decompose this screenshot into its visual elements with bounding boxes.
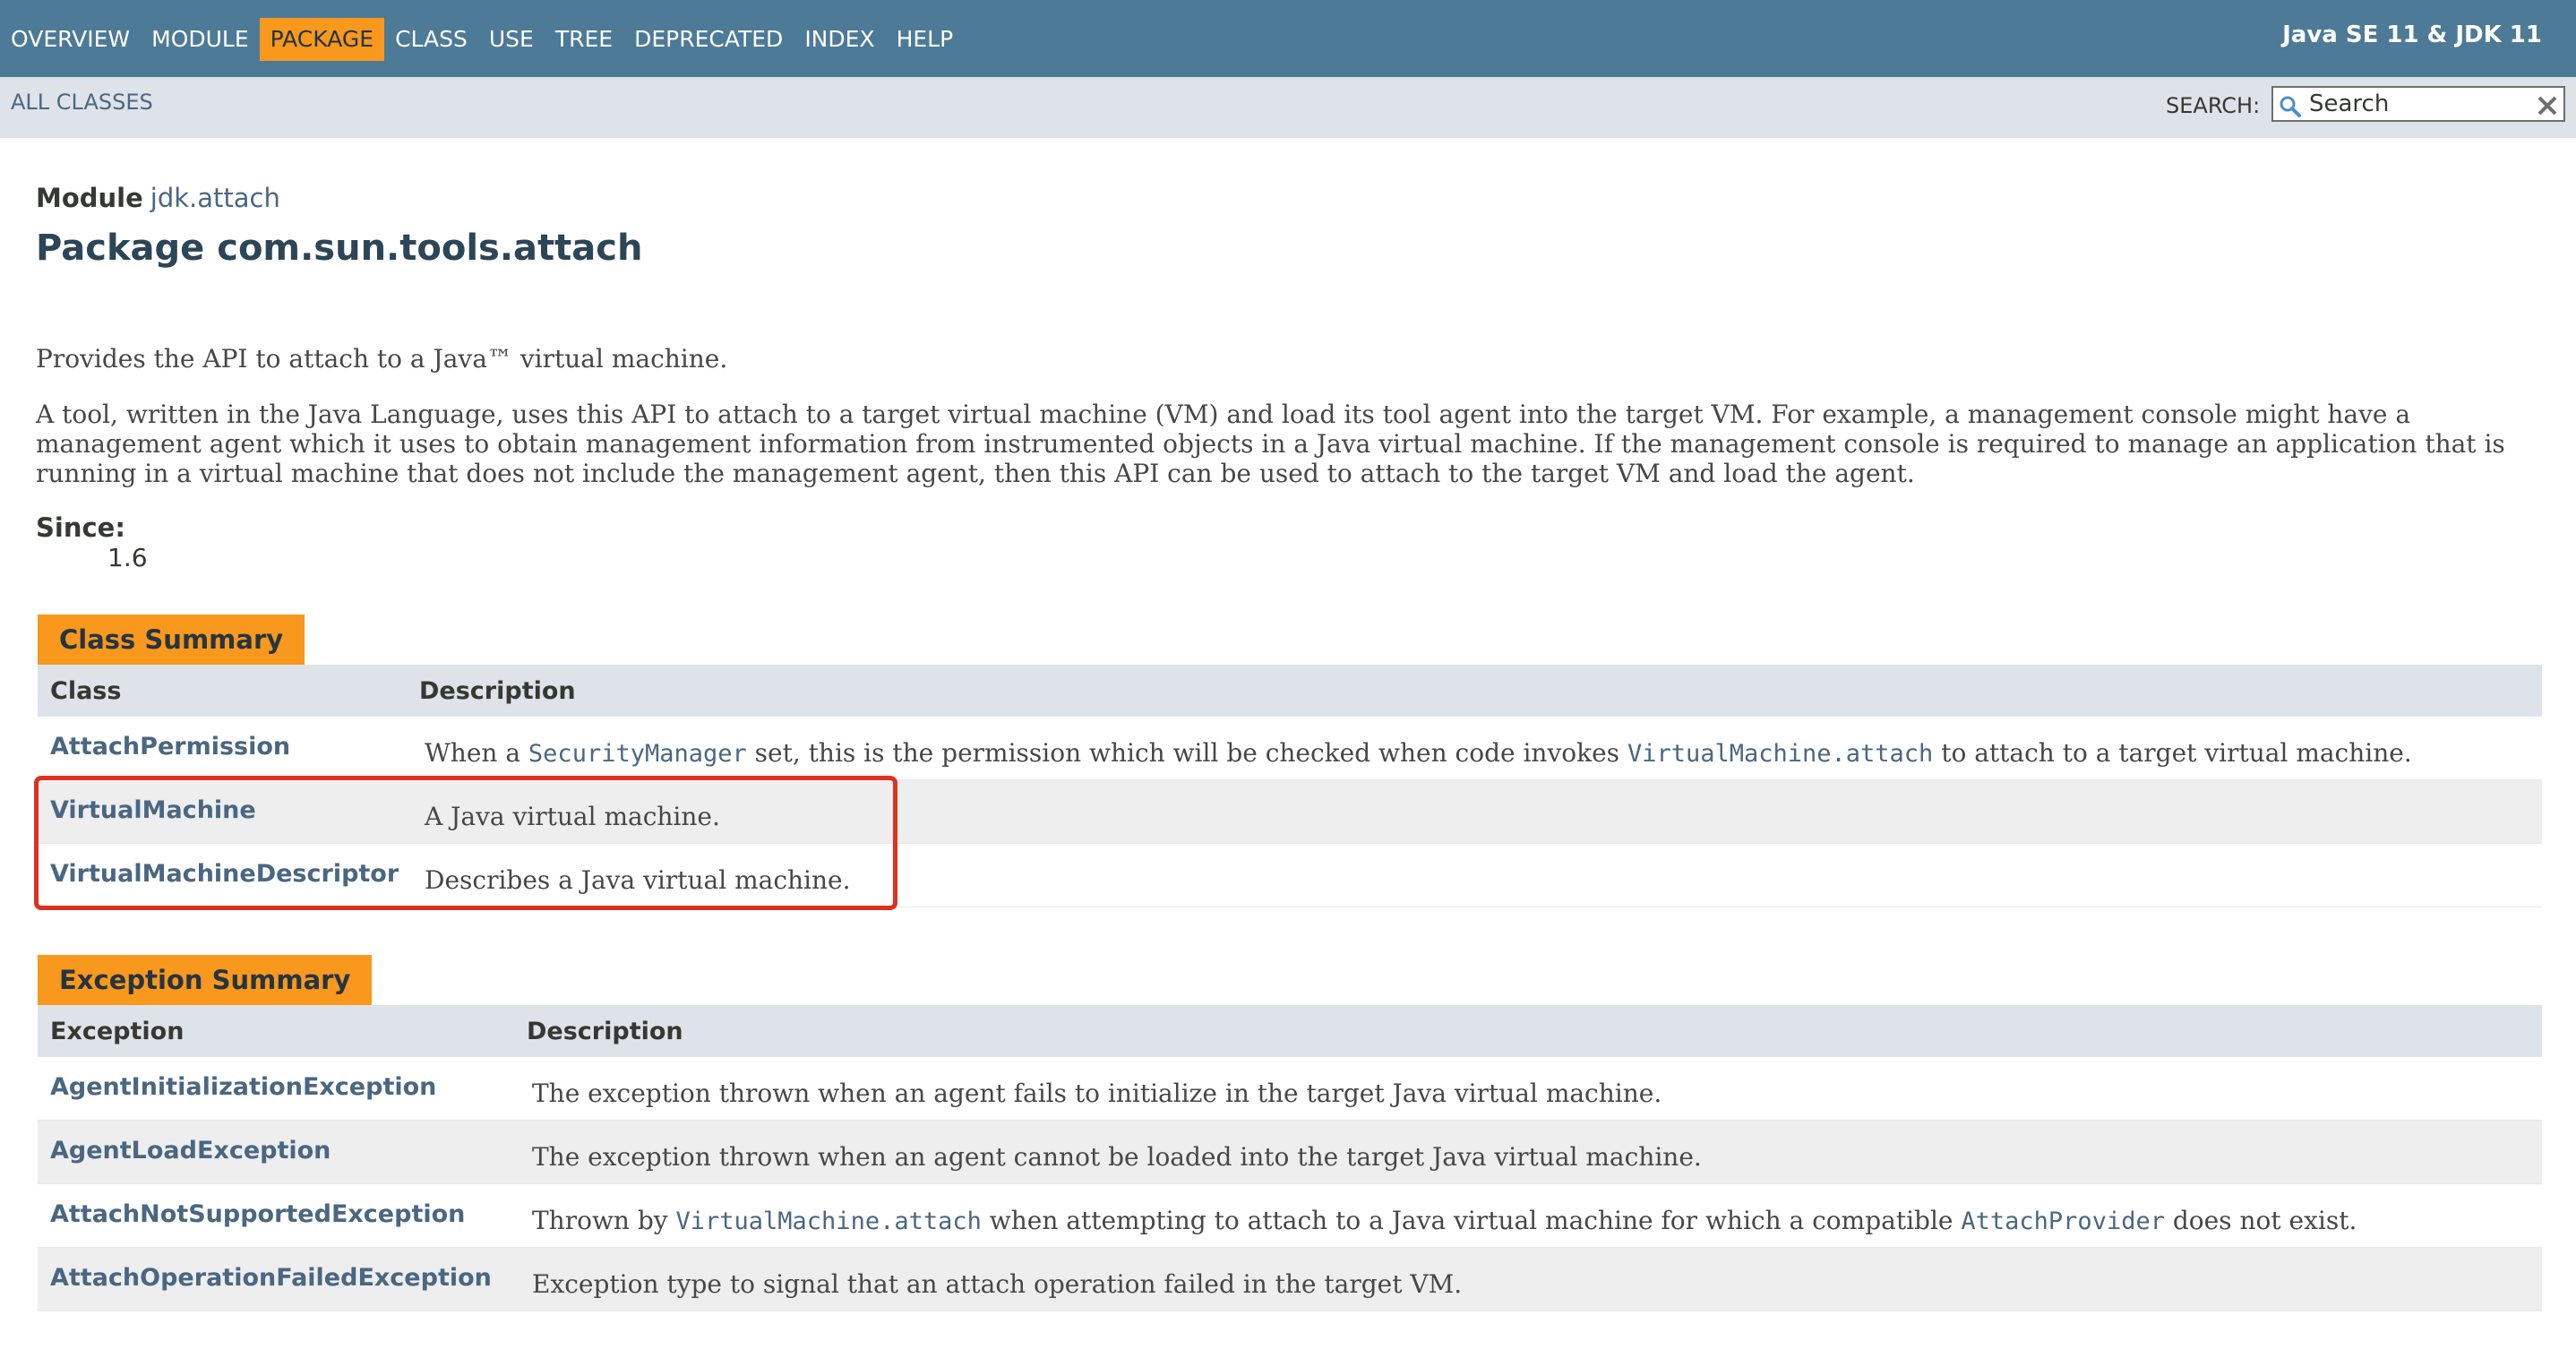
column-header-description: Description: [419, 677, 576, 705]
search-box[interactable]: [2271, 86, 2565, 122]
top-nav-bar: OVERVIEW MODULE PACKAGE CLASS USE TREE D…: [0, 0, 2576, 77]
column-header-description: Description: [527, 1018, 683, 1045]
exception-link-attachoperationfailedexception[interactable]: AttachOperationFailedException: [50, 1264, 492, 1292]
module-line: Module jdk.attach: [36, 183, 280, 213]
module-label: Module: [36, 183, 143, 213]
virtualmachine-attach-link[interactable]: VirtualMachine.attach: [676, 1208, 982, 1235]
exception-link-agentloadexception[interactable]: AgentLoadException: [50, 1137, 331, 1165]
exception-description: Thrown by VirtualMachine.attach when att…: [532, 1206, 2357, 1235]
description-text: does not exist.: [2164, 1206, 2357, 1235]
description-text: to attach to a target virtual machine.: [1933, 738, 2412, 768]
description-text: when attempting to attach to a Java virt…: [981, 1206, 1962, 1235]
table-header: Exception Description: [38, 1005, 2542, 1057]
since-label: Since:: [36, 512, 125, 543]
table-row: VirtualMachineDescriptor Describes a Jav…: [38, 844, 2542, 907]
nav-item-overview[interactable]: OVERVIEW: [0, 18, 141, 61]
clear-search-icon[interactable]: [2535, 93, 2560, 118]
class-link-attachpermission[interactable]: AttachPermission: [50, 733, 290, 761]
description-text: set, this is the permission which will b…: [746, 738, 1627, 768]
nav-item-use[interactable]: USE: [478, 18, 545, 61]
module-link[interactable]: jdk.attach: [150, 183, 280, 213]
exception-description: The exception thrown when an agent canno…: [532, 1142, 1702, 1172]
about-language: Java SE 11 & JDK 11: [2282, 21, 2542, 48]
exception-summary-table: Exception Description AgentInitializatio…: [38, 1005, 2542, 1311]
exception-link-agentinitializationexception[interactable]: AgentInitializationException: [50, 1073, 436, 1101]
sub-nav-bar: ALL CLASSES SEARCH:: [0, 77, 2576, 138]
class-description: A Java virtual machine.: [425, 802, 720, 831]
table-header: Class Description: [38, 665, 2542, 717]
class-link-virtualmachinedescriptor[interactable]: VirtualMachineDescriptor: [50, 860, 399, 888]
since-value: 1.6: [107, 543, 148, 572]
table-row: AttachNotSupportedException Thrown by Vi…: [38, 1184, 2542, 1248]
nav-item-help[interactable]: HELP: [886, 18, 965, 61]
nav-item-module[interactable]: MODULE: [141, 18, 260, 61]
search-icon: [2280, 96, 2301, 117]
exception-link-attachnotsupportedexception[interactable]: AttachNotSupportedException: [50, 1200, 465, 1228]
table-row: AgentLoadException The exception thrown …: [38, 1121, 2542, 1184]
table-row: AgentInitializationException The excepti…: [38, 1057, 2542, 1121]
class-summary-caption: Class Summary: [38, 615, 305, 665]
nav-item-index[interactable]: INDEX: [794, 18, 885, 61]
all-classes-link[interactable]: ALL CLASSES: [11, 90, 153, 115]
page-title: Package com.sun.tools.attach: [36, 228, 643, 269]
class-description: When a SecurityManager set, this is the …: [425, 738, 2412, 768]
package-description: A tool, written in the Java Language, us…: [36, 400, 2505, 488]
table-row: AttachOperationFailedException Exception…: [38, 1248, 2542, 1311]
column-header-exception: Exception: [50, 1018, 185, 1045]
table-row: AttachPermission When a SecurityManager …: [38, 717, 2542, 780]
attachprovider-link[interactable]: AttachProvider: [1961, 1208, 2165, 1235]
class-link-virtualmachine[interactable]: VirtualMachine: [50, 796, 256, 824]
column-header-class: Class: [50, 677, 122, 705]
virtualmachine-attach-link[interactable]: VirtualMachine.attach: [1627, 740, 1933, 768]
exception-summary-caption: Exception Summary: [38, 955, 373, 1005]
nav-item-tree[interactable]: TREE: [545, 18, 623, 61]
class-summary-table: Class Description AttachPermission When …: [38, 665, 2542, 907]
nav-menu: OVERVIEW MODULE PACKAGE CLASS USE TREE D…: [0, 18, 964, 61]
search-input[interactable]: [2309, 90, 2524, 118]
package-intro: Provides the API to attach to a Java™ vi…: [36, 344, 728, 374]
description-text: When a: [425, 738, 528, 768]
exception-description: The exception thrown when an agent fails…: [532, 1079, 1662, 1108]
nav-item-package: PACKAGE: [259, 18, 385, 61]
description-text: Thrown by: [532, 1206, 676, 1235]
securitymanager-link[interactable]: SecurityManager: [528, 740, 747, 768]
table-row: VirtualMachine A Java virtual machine.: [38, 780, 2542, 844]
nav-item-deprecated[interactable]: DEPRECATED: [623, 18, 794, 61]
exception-description: Exception type to signal that an attach …: [532, 1269, 1463, 1299]
nav-item-class[interactable]: CLASS: [384, 18, 478, 61]
class-description: Describes a Java virtual machine.: [425, 865, 851, 895]
search-label: SEARCH:: [2166, 93, 2261, 118]
